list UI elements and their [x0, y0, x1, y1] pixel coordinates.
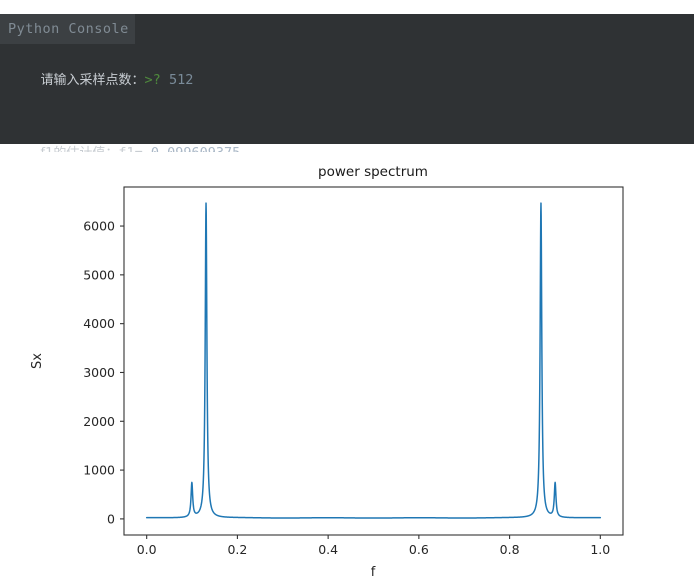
- x-axis-ticks: 0.0 0.2 0.4 0.6 0.8 1.0: [137, 535, 610, 557]
- console-input-label: 请输入采样点数：: [40, 73, 145, 88]
- x-tick-label: 0.0: [137, 542, 157, 557]
- y-tick-label: 6000: [83, 219, 115, 234]
- y-axis-ticks: 0 1000 2000 3000 4000 5000 6000: [83, 219, 124, 526]
- power-spectrum-plot: power spectrum 0 1000 2000 3000 4000 5000 6000…: [30, 164, 624, 580]
- python-console-panel: Python Console 请输入采样点数：>? 512 f1的估计值：f1=…: [0, 14, 694, 234]
- power-spectrum-figure: power spectrum 0 1000 2000 3000 4000 5000 6000…: [0, 152, 694, 584]
- y-tick-label: 1000: [83, 463, 115, 478]
- console-input-value: 512: [168, 72, 194, 88]
- y-axis-label: Sx: [30, 353, 45, 369]
- console-line-input-prompt: 请输入采样点数：>? 512: [0, 44, 694, 117]
- x-axis-label: f: [371, 565, 376, 580]
- y-tick-label: 3000: [83, 365, 115, 380]
- y-tick-label: 0: [107, 511, 115, 526]
- plot-title: power spectrum: [318, 164, 428, 180]
- y-tick-label: 2000: [83, 414, 115, 429]
- spectrum-data-line: [145, 202, 602, 519]
- console-title-row: Python Console: [0, 14, 694, 44]
- x-tick-label: 1.0: [590, 542, 610, 557]
- console-title: Python Console: [0, 14, 135, 44]
- y-tick-label: 4000: [83, 316, 115, 331]
- y-tick-label: 5000: [83, 267, 115, 282]
- axes-frame: [123, 186, 624, 536]
- x-tick-label: 0.2: [227, 542, 247, 557]
- x-tick-label: 0.4: [318, 542, 338, 557]
- console-prompt-marker: >?: [144, 72, 161, 88]
- x-tick-label: 0.8: [500, 542, 520, 557]
- x-tick-label: 0.6: [409, 542, 429, 557]
